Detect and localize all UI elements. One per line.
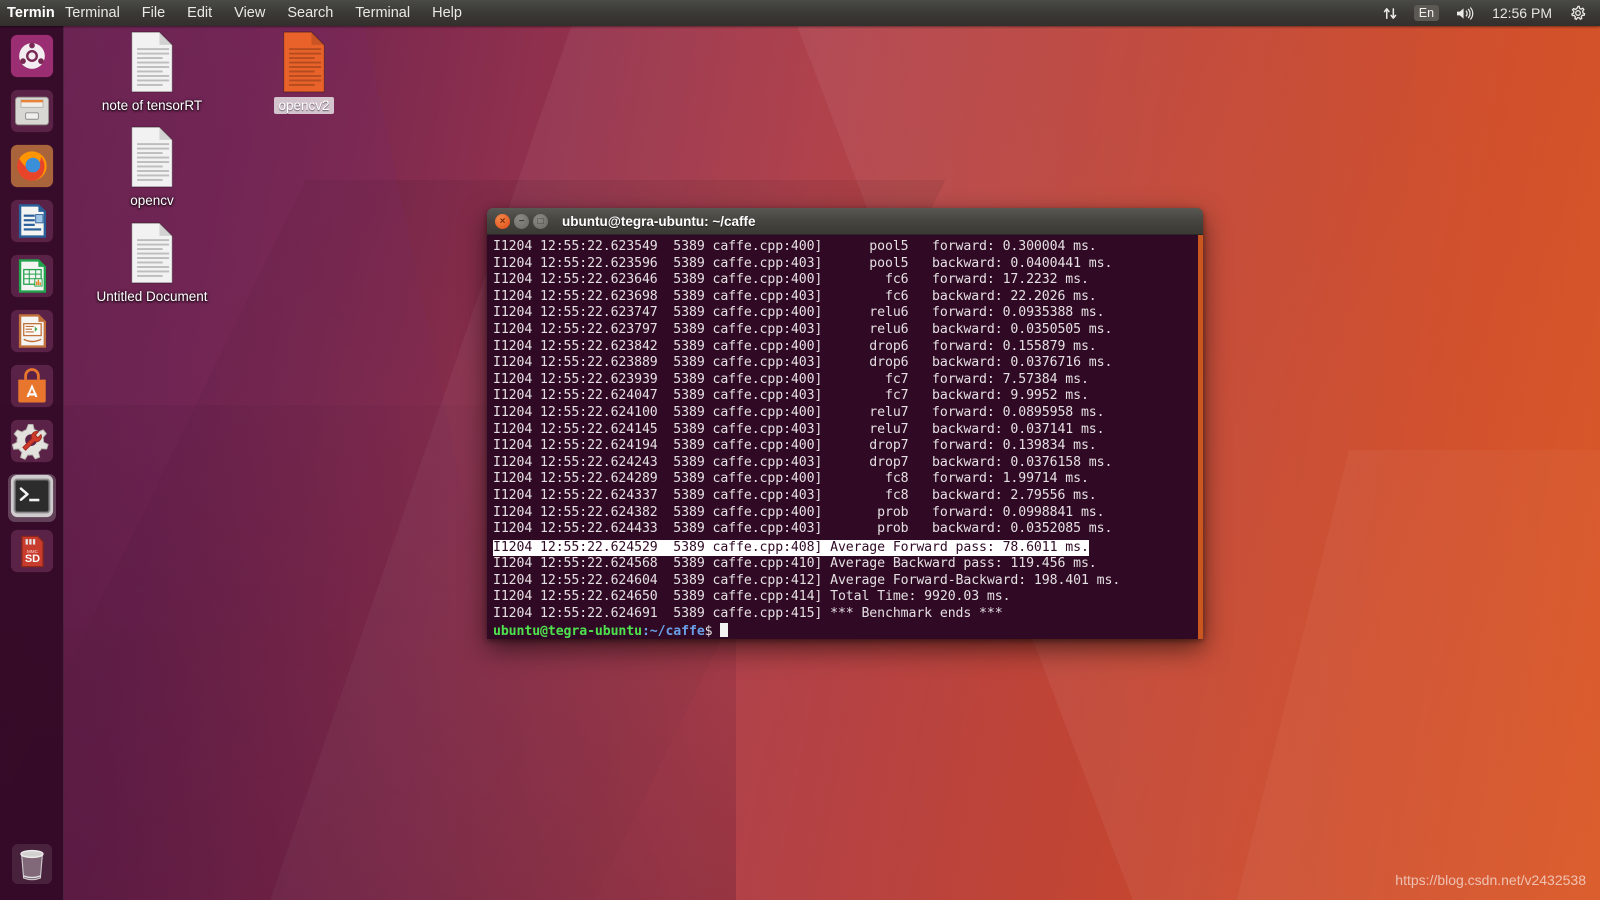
desktop-icon-label: opencv2: [274, 97, 334, 114]
terminal-line: I1204 12:55:22.624243 5389 caffe.cpp:403…: [493, 454, 1113, 470]
terminal-icon: [10, 474, 54, 522]
close-icon[interactable]: ×: [495, 213, 510, 229]
svg-text:MMC: MMC: [26, 548, 38, 553]
menu-item-edit[interactable]: Edit: [176, 2, 223, 24]
software-center-icon: [10, 364, 54, 412]
gear-icon[interactable]: [1562, 3, 1594, 23]
terminal-output[interactable]: I1204 12:55:22.623549 5389 caffe.cpp:400…: [487, 235, 1203, 639]
text-document-icon: [242, 30, 366, 94]
terminal-titlebar[interactable]: × − □ ubuntu@tegra-ubuntu: ~/caffe: [487, 208, 1203, 235]
terminal-line: I1204 12:55:22.624047 5389 caffe.cpp:403…: [493, 388, 1089, 404]
text-document-icon: [90, 125, 214, 189]
terminal-line: I1204 12:55:22.623889 5389 caffe.cpp:403…: [493, 355, 1113, 371]
terminal-line: I1204 12:55:22.623698 5389 caffe.cpp:403…: [493, 288, 1097, 304]
terminal-line: I1204 12:55:22.624650 5389 caffe.cpp:414…: [493, 589, 1011, 605]
text-document-icon: [90, 221, 214, 285]
launcher-item-sd-card[interactable]: SD MMC: [8, 529, 56, 577]
launcher-item-trash[interactable]: [8, 840, 56, 888]
terminal-line-highlighted: I1204 12:55:22.624529 5389 caffe.cpp:408…: [493, 539, 1089, 557]
clock[interactable]: 12:56 PM: [1482, 5, 1562, 21]
terminal-line: I1204 12:55:22.623797 5389 caffe.cpp:403…: [493, 321, 1113, 337]
desktop-icon[interactable]: note of tensorRT: [90, 30, 214, 114]
terminal-line: I1204 12:55:22.624145 5389 caffe.cpp:403…: [493, 421, 1105, 437]
menu-item-terminal[interactable]: Terminal: [344, 2, 421, 24]
keyboard-layout-label: En: [1413, 5, 1440, 21]
desktop-icon-label: opencv: [130, 193, 174, 208]
desktop-icon[interactable]: opencv: [90, 125, 214, 209]
terminal-prompt-line: ubuntu@tegra-ubuntu:~/caffe$: [493, 622, 1203, 639]
watermark: https://blog.csdn.net/v2432538: [1395, 872, 1586, 888]
terminal-line: I1204 12:55:22.624382 5389 caffe.cpp:400…: [493, 504, 1105, 520]
launcher-item-libreoffice-impress[interactable]: [8, 309, 56, 357]
terminal-line: I1204 12:55:22.624337 5389 caffe.cpp:403…: [493, 487, 1097, 503]
launcher-item-firefox[interactable]: [8, 144, 56, 192]
maximize-icon[interactable]: □: [533, 213, 548, 229]
impress-icon: [10, 309, 54, 357]
firefox-icon: [10, 144, 54, 192]
menu-item-terminal-app[interactable]: Terminal: [54, 2, 131, 24]
terminal-line: I1204 12:55:22.623747 5389 caffe.cpp:400…: [493, 305, 1105, 321]
desktop-icon-label: note of tensorRT: [101, 98, 203, 113]
launcher-item-terminal[interactable]: [7, 474, 56, 522]
terminal-line: I1204 12:55:22.623939 5389 caffe.cpp:400…: [493, 371, 1089, 387]
prompt-symbol: $: [704, 623, 713, 639]
network-updown-icon[interactable]: [1375, 4, 1406, 23]
terminal-cursor: [720, 622, 729, 637]
launcher-item-dash-home[interactable]: [8, 34, 56, 82]
sd-card-icon: SD MMC: [10, 529, 54, 577]
unity-launcher: SD MMC: [0, 26, 64, 900]
terminal-line: I1204 12:55:22.624604 5389 caffe.cpp:412…: [493, 572, 1121, 588]
menu-item-help[interactable]: Help: [421, 2, 473, 24]
launcher-item-libreoffice-calc[interactable]: [8, 254, 56, 302]
terminal-line: I1204 12:55:22.624568 5389 caffe.cpp:410…: [493, 556, 1097, 572]
panel-menubar: Terminal File Edit View Search Terminal Help: [54, 2, 473, 24]
launcher-item-ubuntu-software[interactable]: [8, 364, 56, 412]
launcher-item-libreoffice-writer[interactable]: [8, 199, 56, 247]
prompt-user-host: ubuntu@tegra-ubuntu: [493, 623, 642, 639]
terminal-line: I1204 12:55:22.623596 5389 caffe.cpp:403…: [493, 255, 1113, 271]
desktop-icon-label: Untitled Document: [96, 289, 208, 304]
launcher-item-files[interactable]: [8, 89, 56, 137]
launcher-item-system-settings[interactable]: [8, 419, 56, 467]
menu-item-search[interactable]: Search: [276, 2, 344, 24]
terminal-window[interactable]: × − □ ubuntu@tegra-ubuntu: ~/caffe I1204…: [487, 208, 1203, 639]
terminal-line: I1204 12:55:22.623549 5389 caffe.cpp:400…: [493, 239, 1097, 254]
terminal-line: I1204 12:55:22.624100 5389 caffe.cpp:400…: [493, 404, 1105, 420]
terminal-line: I1204 12:55:22.624691 5389 caffe.cpp:415…: [493, 606, 1003, 622]
panel-indicators: En 12:56 PM: [1375, 3, 1600, 23]
top-panel: Terminal TerminalFileEditViewSearchTermi…: [0, 0, 1600, 26]
terminal-line: I1204 12:55:22.623842 5389 caffe.cpp:400…: [493, 338, 1097, 354]
file-manager-icon: [10, 89, 54, 137]
terminal-line: I1204 12:55:22.624289 5389 caffe.cpp:400…: [493, 471, 1089, 487]
ubuntu-logo-icon: [10, 34, 54, 82]
calc-icon: [10, 254, 54, 302]
prompt-path: :~/caffe: [641, 623, 705, 639]
terminal-scrollbar-thumb[interactable]: [1198, 235, 1203, 639]
writer-icon: [10, 199, 54, 247]
menu-item-file[interactable]: File: [131, 2, 176, 24]
desktop-icon[interactable]: opencv2: [242, 30, 366, 114]
volume-icon[interactable]: [1447, 4, 1482, 23]
terminal-line: I1204 12:55:22.624433 5389 caffe.cpp:403…: [493, 521, 1113, 537]
terminal-title: ubuntu@tegra-ubuntu: ~/caffe: [562, 213, 756, 229]
terminal-line: I1204 12:55:22.624194 5389 caffe.cpp:400…: [493, 438, 1097, 454]
panel-app-name: Terminal: [7, 5, 54, 21]
terminal-line: I1204 12:55:22.623646 5389 caffe.cpp:400…: [493, 272, 1089, 288]
terminal-scrollbar[interactable]: [1198, 235, 1203, 639]
desktop-icon[interactable]: Untitled Document: [90, 221, 214, 305]
text-document-icon: [90, 30, 214, 94]
settings-gear-wrench-icon: [10, 419, 54, 467]
keyboard-layout-indicator[interactable]: En: [1406, 3, 1447, 23]
menu-item-view[interactable]: View: [223, 2, 276, 24]
minimize-icon[interactable]: −: [514, 213, 529, 229]
svg-text:SD: SD: [24, 553, 39, 565]
